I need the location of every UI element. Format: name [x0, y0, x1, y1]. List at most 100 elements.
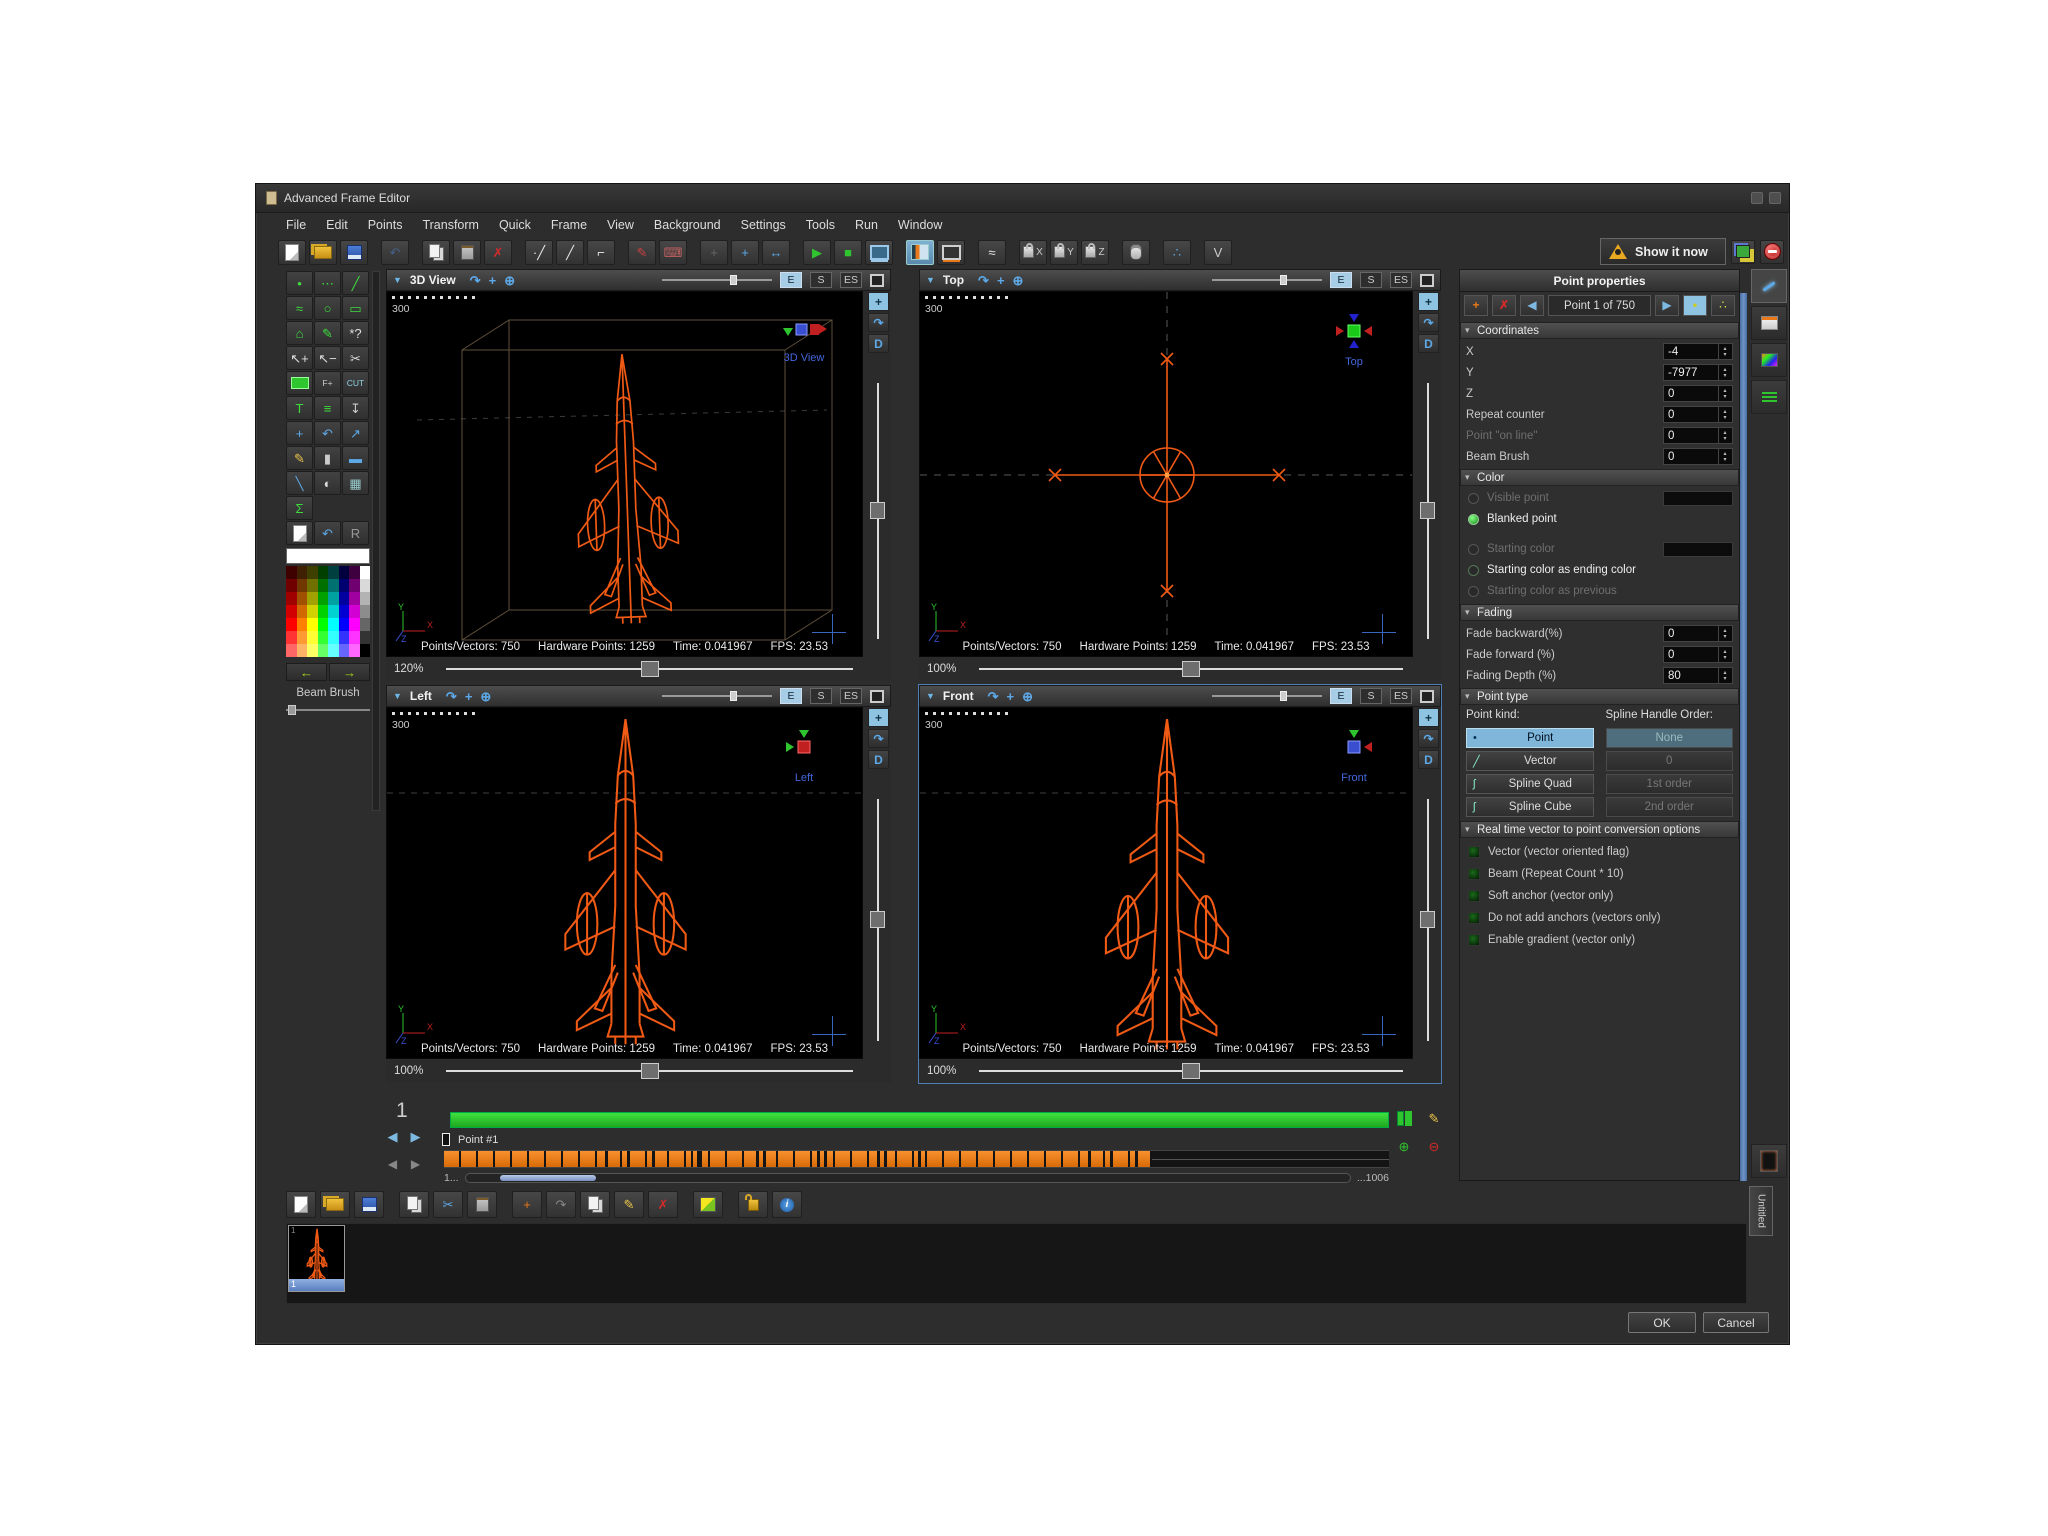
- zoom-slider[interactable]: [979, 661, 1403, 677]
- palette-color-4-1[interactable]: [297, 618, 308, 631]
- palette-color-1-4[interactable]: [328, 579, 339, 592]
- clone-frame-button[interactable]: [580, 1191, 610, 1218]
- prev-point-button[interactable]: ◀: [1520, 295, 1544, 316]
- viewport-canvas-left[interactable]: 300Left Y X ZPoints/Vectors: 750Hardware…: [386, 707, 863, 1059]
- spinner[interactable]: ▴▾: [1718, 626, 1731, 641]
- spinner[interactable]: ▴▾: [1718, 668, 1731, 683]
- viewport-canvas-top[interactable]: 300Top Y X ZPoints/Vectors: 750Hardware …: [919, 291, 1413, 657]
- delete-frame-button[interactable]: ✗: [648, 1191, 678, 1218]
- header-slider-handle[interactable]: [730, 275, 737, 285]
- timeline-point-track[interactable]: [444, 1150, 1389, 1168]
- rotate-view-icon[interactable]: ↷: [978, 274, 989, 287]
- menu-transform[interactable]: Transform: [412, 216, 489, 234]
- radio-blanked-point[interactable]: [1468, 514, 1479, 525]
- tab-gradient[interactable]: [1751, 343, 1787, 377]
- menu-view[interactable]: View: [597, 216, 644, 234]
- coordinates-header[interactable]: Coordinates: [1460, 322, 1739, 339]
- point-line-tool-button[interactable]: ·╱: [525, 240, 553, 265]
- spin-down[interactable]: ▾: [1723, 676, 1726, 682]
- palette-color-0-7[interactable]: [360, 566, 371, 579]
- vertical-slider-handle[interactable]: [870, 502, 885, 519]
- button-e[interactable]: E: [1330, 272, 1352, 288]
- copy-button[interactable]: [422, 240, 450, 265]
- spin-down[interactable]: ▾: [1723, 457, 1726, 463]
- depth-button[interactable]: D: [868, 750, 889, 769]
- vertical-slider[interactable]: [1416, 365, 1441, 657]
- vertical-slider[interactable]: [866, 365, 891, 657]
- palette-color-3-3[interactable]: [318, 605, 329, 618]
- sidebar-scrollbar[interactable]: [372, 271, 380, 811]
- title-bar[interactable]: Advanced Frame Editor: [256, 184, 1789, 213]
- button-e[interactable]: E: [1330, 688, 1352, 704]
- stop-button[interactable]: ■: [834, 240, 862, 265]
- checkbox-vector-vector-oriented-flag-[interactable]: [1468, 846, 1480, 858]
- spray-erase-tool[interactable]: *?: [342, 321, 369, 345]
- zoom-view-icon[interactable]: ⊕: [1013, 274, 1024, 287]
- button-e[interactable]: E: [780, 272, 802, 288]
- step-forward-button[interactable]: ▶: [407, 1156, 424, 1172]
- checkbox-enable-gradient-vector-only-[interactable]: [1468, 934, 1480, 946]
- palette-color-6-4[interactable]: [328, 644, 339, 657]
- property-input[interactable]: 0▴▾: [1663, 448, 1733, 465]
- palette-color-6-0[interactable]: [286, 644, 297, 657]
- viewport-canvas-front[interactable]: 300Front Y X ZPoints/Vectors: 750Hardwar…: [919, 707, 1413, 1059]
- pan-icon[interactable]: +: [868, 708, 889, 727]
- contrast-tool[interactable]: ◐: [314, 471, 341, 495]
- palette-color-1-7[interactable]: [360, 579, 371, 592]
- delete-button[interactable]: ✗: [484, 240, 512, 265]
- track-marker[interactable]: [442, 1133, 450, 1146]
- palette-color-3-6[interactable]: [349, 605, 360, 618]
- cut-points-tool[interactable]: ✂: [342, 346, 369, 370]
- palette-color-5-4[interactable]: [328, 631, 339, 644]
- zoom-slider[interactable]: [446, 1063, 853, 1079]
- radio-visible-point[interactable]: [1468, 493, 1479, 504]
- tab-untitled[interactable]: Untitled: [1749, 1186, 1773, 1236]
- beam-brush-slider-handle[interactable]: [288, 705, 296, 715]
- curve-chart-button[interactable]: ≈: [978, 240, 1006, 265]
- paste-button[interactable]: [453, 240, 481, 265]
- palette-color-2-4[interactable]: [328, 592, 339, 605]
- header-slider-handle[interactable]: [1280, 691, 1287, 701]
- brush-tool[interactable]: ✎: [314, 321, 341, 345]
- frame-thumbnail[interactable]: 1 1: [288, 1225, 345, 1292]
- palette-color-5-1[interactable]: [297, 631, 308, 644]
- spinner[interactable]: ▴▾: [1718, 449, 1731, 464]
- palette-color-2-5[interactable]: [339, 592, 350, 605]
- palette-color-5-3[interactable]: [318, 631, 329, 644]
- frame-color-button[interactable]: [693, 1191, 723, 1218]
- open-frames-button[interactable]: [320, 1191, 350, 1218]
- point-path-button[interactable]: ∴: [1163, 240, 1191, 265]
- undo-tool[interactable]: ↶: [314, 521, 341, 545]
- palette-color-1-5[interactable]: [339, 579, 350, 592]
- vertical-slider[interactable]: [1416, 781, 1441, 1059]
- spin-down[interactable]: ▾: [1723, 634, 1726, 640]
- layers-button[interactable]: [1731, 240, 1755, 264]
- collapse-icon[interactable]: ▼: [926, 275, 935, 285]
- dotted-line-tool[interactable]: ⋯: [314, 271, 341, 295]
- ok-button[interactable]: OK: [1628, 1312, 1696, 1333]
- spin-down[interactable]: ▾: [1723, 394, 1726, 400]
- zoom-view-icon[interactable]: ⊕: [480, 690, 491, 703]
- viewport-header-left[interactable]: ▼Left↷+⊕ESES: [386, 685, 891, 707]
- color-swatch[interactable]: [1663, 491, 1733, 506]
- rectangle-tool[interactable]: ▭: [342, 296, 369, 320]
- header-slider-handle[interactable]: [1280, 275, 1287, 285]
- header-slider[interactable]: [1212, 275, 1322, 285]
- edit-frame-button[interactable]: ✎: [614, 1191, 644, 1218]
- fading-header[interactable]: Fading: [1460, 604, 1739, 621]
- next-point-button[interactable]: ▶: [1655, 295, 1679, 316]
- delete-point-button[interactable]: ✗: [1492, 295, 1516, 316]
- palette-color-0-0[interactable]: [286, 566, 297, 579]
- menu-settings[interactable]: Settings: [731, 216, 796, 234]
- palette-color-3-5[interactable]: [339, 605, 350, 618]
- palette-color-6-6[interactable]: [349, 644, 360, 657]
- spline-order-none[interactable]: None: [1606, 728, 1734, 748]
- palette-color-3-1[interactable]: [297, 605, 308, 618]
- lock-z-button[interactable]: Z: [1081, 240, 1109, 265]
- palette-color-6-5[interactable]: [339, 644, 350, 657]
- line-tool[interactable]: ╱: [342, 271, 369, 295]
- button-s[interactable]: S: [1360, 272, 1382, 288]
- point-kind-spline-cube[interactable]: ʃSpline Cube: [1466, 797, 1594, 817]
- current-color-swatch[interactable]: [286, 548, 370, 564]
- menu-background[interactable]: Background: [644, 216, 731, 234]
